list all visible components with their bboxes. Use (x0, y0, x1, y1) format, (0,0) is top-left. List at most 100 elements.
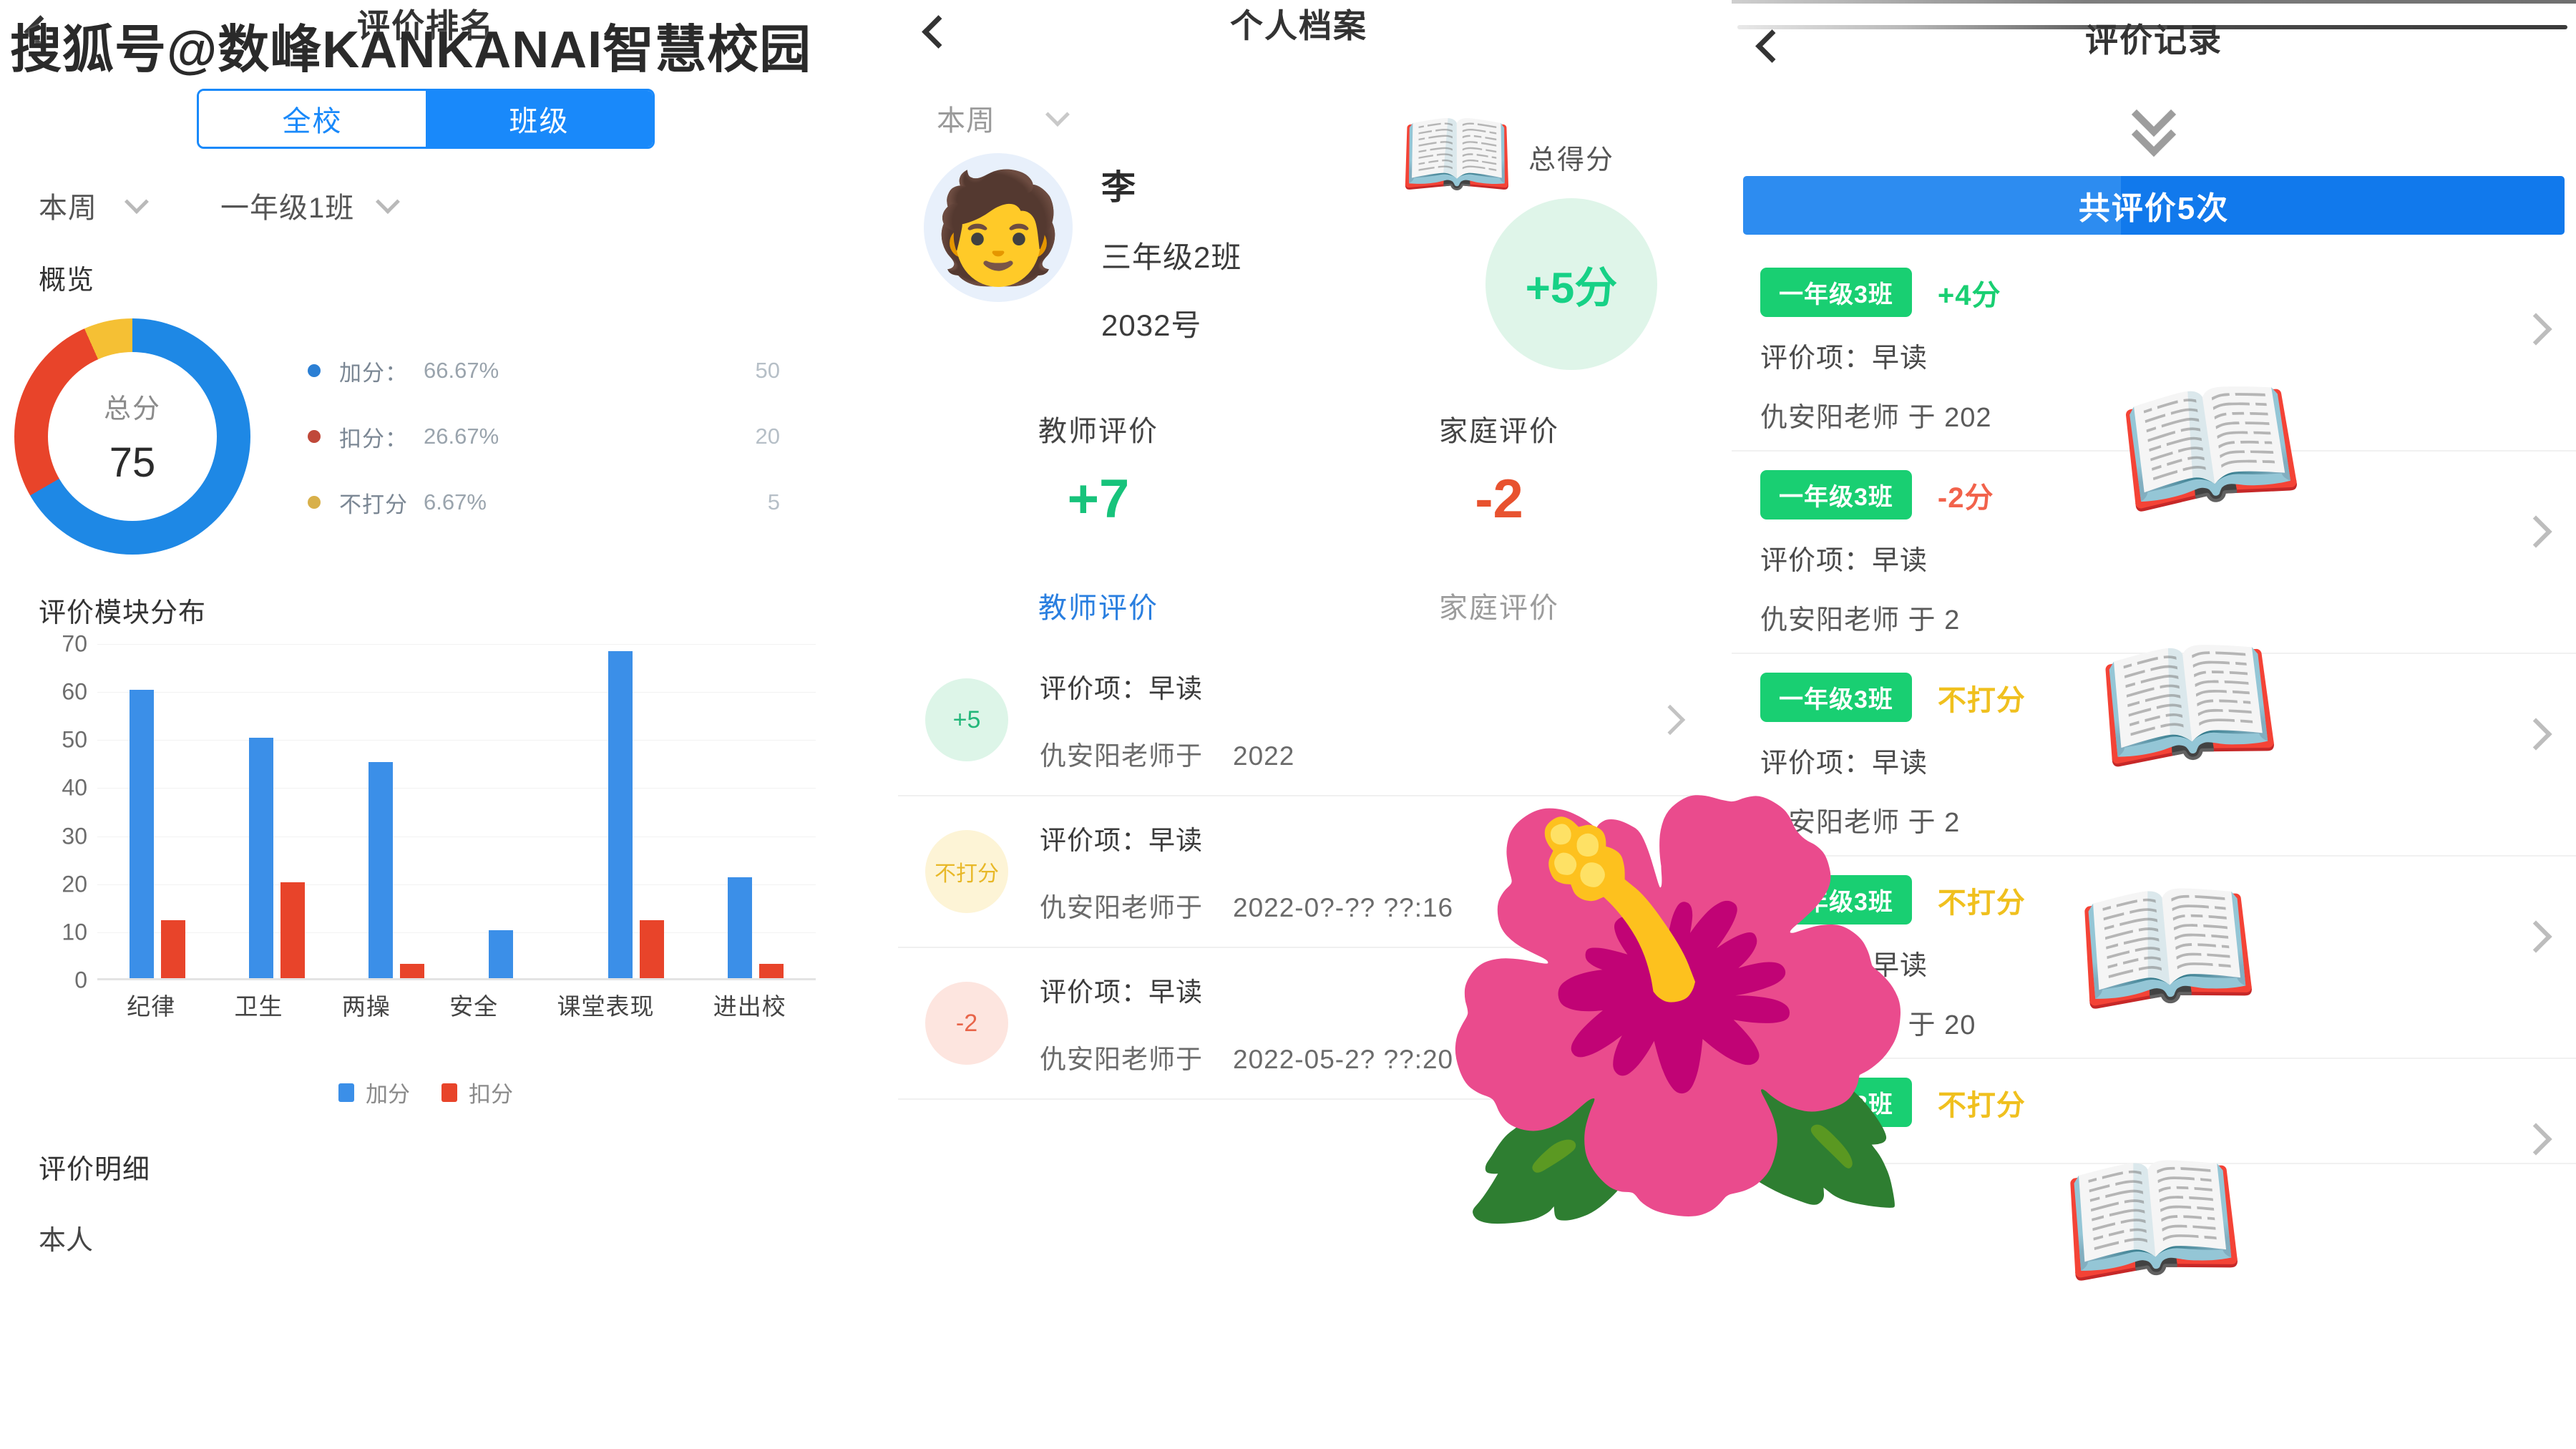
legend-swatch (338, 1083, 354, 1102)
y-axis-tick: 0 (74, 967, 87, 993)
evaluation-meta: 仇安阳老师 于 20 (1760, 1010, 1976, 1040)
legend-percent: 66.67% (424, 358, 499, 383)
total-score-donut: 总分 75 (14, 318, 250, 555)
bar-group (488, 930, 545, 978)
legend-percent: 26.67% (424, 424, 499, 449)
evaluation-date: 2022 (1233, 741, 1295, 771)
gridline (97, 644, 816, 645)
gridline (97, 788, 816, 789)
chevron-right-icon[interactable] (1654, 856, 1686, 887)
gridline (97, 836, 816, 837)
filter-row: 本周 一年级1班 (39, 185, 852, 226)
family-score-label: 家庭评价 (1439, 416, 1559, 447)
bar-deduct (639, 920, 664, 978)
list-item[interactable]: -2 评价项：早读仇安阳老师于 2022-05-2? ??:20 (898, 948, 1699, 1100)
period-filter[interactable]: 本周 (39, 185, 149, 226)
donut-center-value: 75 (109, 439, 156, 486)
status-badge: 一年级3班 (1760, 268, 1912, 317)
bar-add (728, 877, 753, 978)
bar-group (369, 761, 425, 978)
evaluation-item: 评价项：早读 (1760, 343, 1928, 374)
bar-group (129, 690, 185, 978)
record-score: +4分 (1937, 279, 2001, 311)
period-filter[interactable]: 本周 (937, 97, 1699, 139)
table-row[interactable]: 一年级3班 -2分 评价项：早读 仇安阳老师 于 2 (1732, 452, 2576, 654)
evaluation-meta: 仇安阳老师于 2022 (1040, 734, 1294, 773)
tab-class[interactable]: 班级 (426, 91, 653, 147)
legend-count: 20 (755, 424, 780, 449)
class-filter-label: 一年级1班 (220, 192, 355, 224)
detail-heading: 评价明细 (39, 1155, 151, 1185)
family-score-cell: 家庭评价 -2 (1299, 408, 1699, 530)
overview-section: 总分 75 加分： 66.67% 50 扣分： 26.67% 20 不打分 6.67% 5 (0, 318, 852, 555)
tab-family-evaluation[interactable]: 家庭评价 (1299, 585, 1699, 626)
y-axis-tick: 50 (62, 726, 87, 753)
legend-swatch (441, 1083, 457, 1102)
bar-chart-legend: 加分 扣分 (0, 1076, 852, 1108)
table-row[interactable]: 一年级3班 不打分 评价项：早读 仇安阳老师 于 2 (1732, 654, 2576, 857)
list-item-body: 评价项：早读仇安阳老师于 2022 (1040, 667, 1294, 773)
x-axis-label: 卫生 (234, 993, 283, 1020)
evaluation-item: 评价项：早读 (1040, 674, 1203, 703)
evaluation-item: 评价项：早读 (1760, 546, 1928, 576)
x-axis-labels: 纪律 卫生 两操 安全 课堂表现 进出校 (97, 987, 816, 1022)
x-axis-label: 进出校 (713, 993, 786, 1020)
legend-row: 加分： 66.67% 50 (308, 338, 809, 404)
tab-whole-school[interactable]: 全校 (199, 91, 426, 147)
period-filter-label: 本周 (937, 105, 995, 137)
legend-label: 不打分 (339, 492, 408, 517)
y-axis-tick: 30 (62, 823, 87, 849)
donut-center-label: 总分 (103, 394, 161, 424)
bar-add (369, 761, 394, 978)
bar-deduct (759, 963, 784, 978)
donut-center: 总分 75 (48, 352, 217, 521)
evaluation-item: 评价项：早读 (1040, 826, 1203, 855)
list-item[interactable]: +5 评价项：早读 仇安阳老师于 2022 (898, 645, 1699, 796)
chevron-right-icon[interactable] (1654, 1008, 1686, 1039)
personal-profile-panel: 个人档案 本周 🧑 李 三年级2班 2032号 总得分 +5分 教师评价 +7 (898, 0, 1699, 1449)
list-item[interactable]: 不打分 评价项：早读 仇安阳老师于 2022-0?-?? ??:16 (898, 796, 1699, 948)
donut-legend: 加分： 66.67% 50 扣分： 26.67% 20 不打分 6.67% 5 (308, 338, 809, 535)
double-chevron-down-icon[interactable] (1732, 92, 2576, 157)
family-score-value: -2 (1475, 469, 1523, 530)
watermark: 搜狐号@数峰KANKANAI智慧校园 (10, 21, 812, 79)
student-class: 三年级2班 (1101, 240, 1242, 274)
tab-teacher-evaluation[interactable]: 教师评价 (898, 585, 1299, 626)
teacher-name: 仇安阳老师于 (1040, 1045, 1203, 1074)
evaluation-meta: 仇安阳老师于 2022-05-2? ??:20 (1040, 1038, 1453, 1076)
bar-deduct (280, 882, 305, 978)
x-axis-label: 安全 (449, 993, 499, 1020)
list-item-body: 评价项：早读仇安阳老师于 2022-05-2? ??:20 (1040, 970, 1453, 1076)
page-title: 评价记录 (2085, 21, 2223, 59)
y-axis-tick: 60 (62, 678, 87, 705)
table-row[interactable]: 一年级3班 不打分 (1732, 1059, 2576, 1164)
evaluation-tabs: 教师评价 家庭评价 (898, 585, 1699, 626)
chevron-right-icon[interactable] (1654, 704, 1686, 736)
score-badge: -2 (925, 982, 1008, 1065)
student-number: 2032号 (1101, 308, 1202, 342)
student-info: 李 三年级2班 2032号 (1101, 159, 1241, 345)
evaluation-count-bar: 共评价5次 (1743, 176, 2565, 235)
records-list: 一年级3班 +4分 评价项：早读 仇安阳老师 于 202 一年级3班 -2分 评价项：早读仇… (1732, 249, 2576, 1164)
gridline (97, 692, 816, 693)
evaluation-ranking-panel: 评价排名 全校 班级 本周 一年级1班 概览 总分 75 加分： 66.67% … (0, 0, 852, 1449)
evaluation-meta: 仇安阳老师于 2022-0?-?? ??:16 (1040, 886, 1453, 924)
bar-deduct (400, 963, 425, 978)
bar-add (129, 690, 154, 978)
legend-row: 扣分： 26.67% 20 (308, 404, 809, 469)
class-filter[interactable]: 一年级1班 (220, 185, 401, 226)
legend-label: 扣分 (469, 1082, 513, 1107)
evaluation-item: 评价项：早读 (1040, 977, 1203, 1007)
legend-count: 50 (755, 358, 780, 383)
table-row[interactable]: 一年级3班 不打分 评价项：早读 仇安阳老师 于 20 (1732, 857, 2576, 1059)
overview-heading: 概览 (39, 265, 95, 296)
screenshot-root: 评价排名 全校 班级 本周 一年级1班 概览 总分 75 加分： 66.67% … (0, 0, 2576, 1449)
chevron-right-icon[interactable] (2519, 1123, 2552, 1156)
table-row[interactable]: 一年级3班 +4分 评价项：早读 仇安阳老师 于 202 (1732, 249, 2576, 452)
page-title: 个人档案 (1230, 7, 1367, 44)
module-chart-heading: 评价模块分布 (39, 598, 207, 628)
x-axis-label: 两操 (341, 993, 391, 1020)
module-distribution-chart: 0 10 20 30 40 50 60 70 纪律 卫生 两操 安全 课堂表现 进出校 (29, 631, 823, 1020)
record-header: 一年级3班 +4分 (1760, 268, 2555, 317)
status-badge: 一年级3班 (1760, 673, 1912, 722)
